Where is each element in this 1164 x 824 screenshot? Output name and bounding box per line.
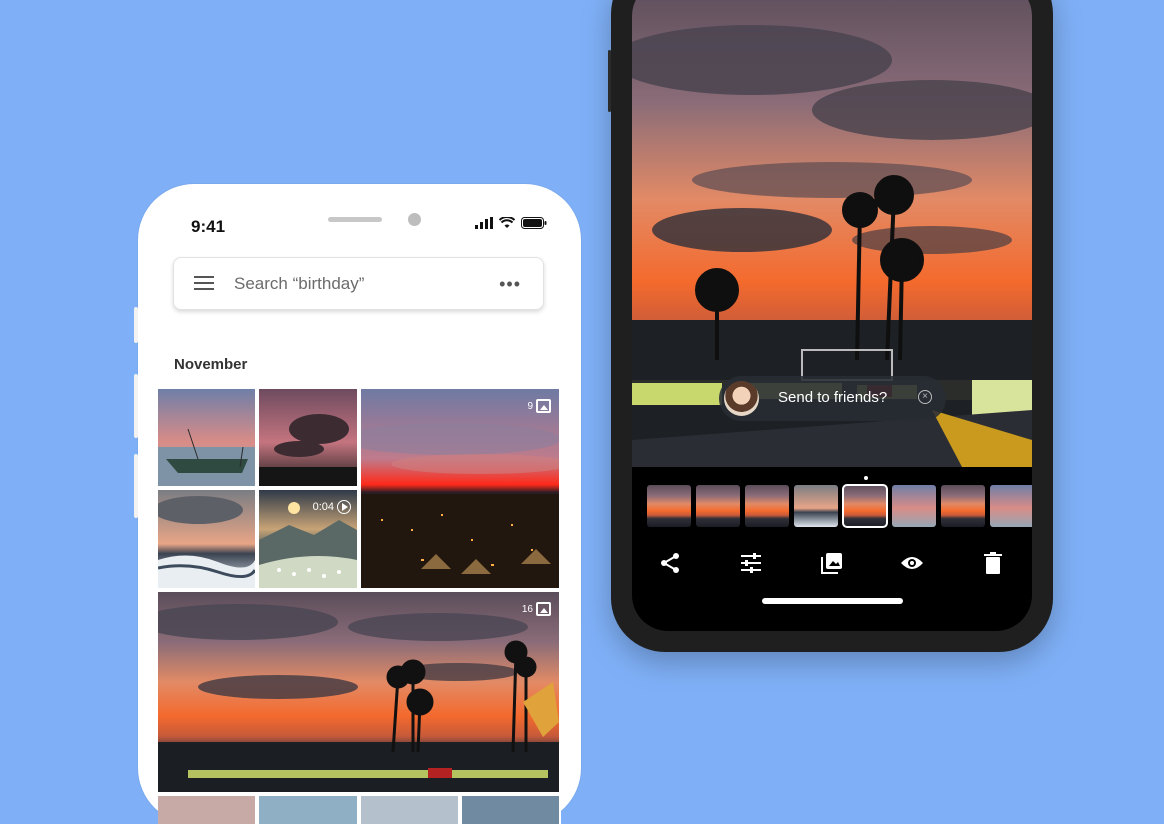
photo-tile[interactable]: [361, 796, 458, 824]
photo-viewer-screen: Send to friends? ×: [632, 0, 1032, 631]
album-count-badge: 9: [527, 399, 551, 413]
photo-tile[interactable]: [259, 796, 357, 824]
album-tile-sunset-palms[interactable]: 16: [158, 592, 559, 792]
play-icon: [337, 500, 351, 514]
more-options-icon[interactable]: •••: [499, 274, 521, 295]
trash-icon: [984, 552, 1002, 574]
filmstrip-thumb[interactable]: [647, 485, 691, 527]
viewer-toolbar: [632, 543, 1032, 583]
month-heading: November: [174, 356, 248, 373]
filmstrip-thumb-selected[interactable]: [842, 484, 888, 528]
edit-button[interactable]: [731, 543, 771, 583]
menu-icon[interactable]: [194, 276, 214, 292]
album-icon: [536, 399, 551, 413]
filmstrip-thumb[interactable]: [745, 485, 789, 527]
photos-screen: 9:41 Search “birthday” ••• November 0:04…: [158, 204, 561, 824]
video-tile-mountain[interactable]: 0:04: [259, 490, 357, 588]
volume-down-button: [134, 454, 138, 518]
battery-icon: [521, 217, 547, 229]
filmstrip-thumb[interactable]: [941, 485, 985, 527]
signal-icon: [475, 217, 493, 229]
adjust-icon: [741, 553, 761, 573]
lens-button[interactable]: [812, 543, 852, 583]
volume-up-button: [134, 374, 138, 438]
filmstrip-thumb[interactable]: [696, 485, 740, 527]
status-icons: [475, 217, 547, 229]
photo-tile-clouds[interactable]: [259, 389, 357, 486]
search-bar[interactable]: Search “birthday” •••: [173, 257, 544, 310]
chip-label: Send to friends?: [778, 389, 888, 406]
photo-tile-beach[interactable]: [158, 490, 255, 588]
avatar: [724, 381, 759, 416]
close-icon[interactable]: ×: [918, 390, 932, 404]
mute-switch: [134, 307, 138, 343]
delete-button[interactable]: [973, 543, 1013, 583]
phone-left: 9:41 Search “birthday” ••• November 0:04…: [134, 184, 581, 824]
filmstrip-position-dot: [864, 476, 868, 480]
wifi-icon: [499, 217, 515, 228]
search-input[interactable]: Search “birthday”: [234, 274, 364, 294]
album-tile-city[interactable]: 9: [361, 389, 559, 588]
photo-tile-boat[interactable]: [158, 389, 255, 486]
send-to-friends-chip[interactable]: Send to friends? ×: [719, 376, 946, 421]
filmstrip-thumb[interactable]: [990, 485, 1032, 527]
share-icon: [661, 553, 679, 573]
album-count-text: 9: [527, 400, 533, 412]
view-button[interactable]: [892, 543, 932, 583]
speaker-grille: [328, 217, 382, 222]
video-duration: 0:04: [313, 500, 351, 514]
share-button[interactable]: [650, 543, 690, 583]
home-indicator: [762, 598, 903, 604]
filmstrip: [632, 484, 1032, 529]
album-count-text: 16: [521, 603, 533, 615]
status-time: 9:41: [191, 217, 226, 236]
photo-tile[interactable]: [158, 796, 255, 824]
album-count-badge: 16: [522, 602, 551, 616]
phone-right: Send to friends? ×: [608, 0, 1053, 652]
video-duration-text: 0:04: [312, 501, 334, 513]
front-camera: [408, 213, 421, 226]
filmstrip-thumb[interactable]: [892, 485, 936, 527]
eye-icon: [901, 557, 923, 569]
album-icon: [536, 602, 551, 616]
filmstrip-thumb[interactable]: [794, 485, 838, 527]
photo-icon: [821, 553, 842, 574]
side-button: [608, 50, 611, 112]
photo-tile[interactable]: [462, 796, 559, 824]
